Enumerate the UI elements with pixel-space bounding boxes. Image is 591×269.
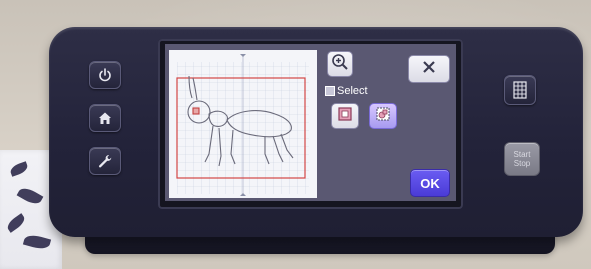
ok-label: OK [420, 175, 440, 191]
settings-button[interactable] [89, 147, 121, 175]
zoom-in-icon [331, 53, 349, 76]
stop-label: Stop [513, 159, 531, 168]
select-single-button[interactable] [331, 103, 359, 129]
select-multiple-button[interactable] [369, 103, 397, 129]
select-label-text: Select [337, 85, 368, 97]
power-icon [97, 67, 113, 83]
select-mode-icon [325, 86, 335, 96]
start-label: Start [513, 150, 531, 159]
power-button[interactable] [89, 61, 121, 89]
leaf-decoration [4, 213, 28, 233]
wrench-icon [97, 153, 113, 169]
preview-canvas [169, 50, 317, 198]
home-button[interactable] [89, 104, 121, 132]
select-single-icon [337, 106, 353, 127]
start-stop-button[interactable]: Start Stop [504, 142, 540, 176]
leaf-decoration [16, 184, 44, 208]
zoom-button[interactable] [327, 51, 353, 77]
home-icon [97, 110, 113, 126]
ok-button[interactable]: OK [410, 169, 450, 197]
lcd-screen: Select OK [165, 44, 456, 201]
cut-preview-area[interactable] [169, 50, 317, 198]
select-heading: Select [325, 85, 368, 97]
leaf-decoration [22, 232, 52, 252]
scan-grid-icon [513, 81, 527, 99]
select-multiple-icon [375, 106, 391, 127]
leaf-decoration [8, 161, 30, 177]
close-icon [421, 59, 437, 80]
close-button[interactable] [408, 55, 450, 83]
scan-button[interactable] [504, 75, 536, 105]
